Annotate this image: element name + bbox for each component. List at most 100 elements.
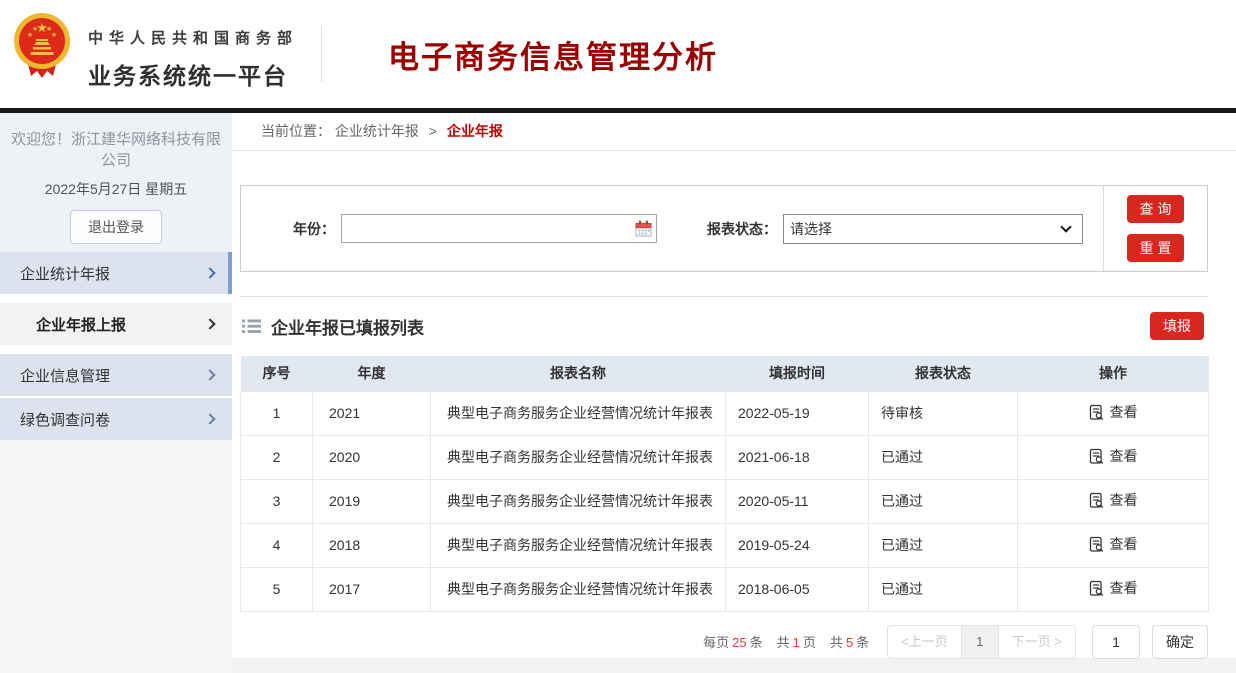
total-items-stat: 共5条 (830, 632, 869, 651)
main-area: 当前位置： 企业统计年报 > 企业年报 年份： (232, 113, 1236, 673)
cell-index: 2 (241, 435, 313, 479)
status-select[interactable]: 请选择 (783, 214, 1083, 244)
table-row: 1 2021 典型电子商务服务企业经营情况统计年报表 2022-05-19 待审… (241, 391, 1209, 435)
cell-index: 3 (241, 479, 313, 523)
table-row: 2 2020 典型电子商务服务企业经营情况统计年报表 2021-06-18 已通… (241, 435, 1209, 479)
current-date: 2022年5月27日 星期五 (10, 179, 222, 199)
cell-year: 2020 (313, 435, 431, 479)
cell-fill-time: 2018-06-05 (726, 567, 869, 611)
search-actions: 查 询 重 置 (1103, 186, 1207, 271)
search-panel: 年份： 报 (240, 185, 1208, 272)
search-form: 年份： 报 (241, 186, 1103, 271)
cell-index: 4 (241, 523, 313, 567)
cell-report-name: 典型电子商务服务企业经营情况统计年报表 (431, 435, 726, 479)
cell-year: 2017 (313, 567, 431, 611)
query-button[interactable]: 查 询 (1127, 195, 1184, 223)
view-link[interactable]: 查看 (1089, 490, 1138, 510)
total-pages-stat: 共1页 (777, 632, 816, 651)
view-label: 查看 (1110, 446, 1138, 466)
status-label: 报表状态： (707, 219, 777, 239)
prev-page-button[interactable]: <上一页 (887, 625, 962, 659)
table-header-row: 序号 年度 报表名称 填报时间 报表状态 操作 (241, 356, 1209, 391)
cell-index: 5 (241, 567, 313, 611)
per-page-count: 25 (732, 635, 746, 650)
list-icon (242, 319, 261, 334)
confirm-page-button[interactable]: 确定 (1152, 625, 1208, 659)
table-row: 4 2018 典型电子商务服务企业经营情况统计年报表 2019-05-24 已通… (241, 523, 1209, 567)
welcome-message: 欢迎您！浙江建华网络科技有限公司 (10, 129, 222, 171)
cell-fill-time: 2021-06-18 (726, 435, 869, 479)
view-link[interactable]: 查看 (1089, 446, 1138, 466)
svg-text:★: ★ (51, 31, 57, 39)
cell-fill-time: 2020-05-11 (726, 479, 869, 523)
sidebar-welcome-block: 欢迎您！浙江建华网络科技有限公司 2022年5月27日 星期五 退出登录 (0, 113, 232, 252)
svg-text:★: ★ (32, 25, 38, 33)
cell-actions: 查看 (1018, 435, 1209, 479)
cell-actions: 查看 (1018, 391, 1209, 435)
fill-report-button[interactable]: 填报 (1150, 312, 1204, 340)
sidebar-item-label: 绿色调查问卷 (20, 409, 110, 430)
year-input[interactable] (341, 214, 657, 243)
ministry-name: 中华人民共和国商务部 (88, 27, 298, 48)
view-link[interactable]: 查看 (1089, 578, 1138, 598)
pagination-bar: 每页25条 共1页 共5条 <上一页 1 下一页 > 确定 (232, 624, 1236, 660)
table-row: 5 2017 典型电子商务服务企业经营情况统计年报表 2018-06-05 已通… (241, 567, 1209, 611)
cell-actions: 查看 (1018, 567, 1209, 611)
cell-report-name: 典型电子商务服务企业经营情况统计年报表 (431, 479, 726, 523)
section-divider (240, 296, 1208, 297)
view-label: 查看 (1110, 490, 1138, 510)
sidebar-filler (0, 440, 232, 673)
cell-fill-time: 2019-05-24 (726, 523, 869, 567)
view-link[interactable]: 查看 (1089, 534, 1138, 554)
cell-year: 2019 (313, 479, 431, 523)
sidebar-item-enterprise-info[interactable]: 企业信息管理 (0, 354, 232, 396)
cell-report-name: 典型电子商务服务企业经营情况统计年报表 (431, 523, 726, 567)
cell-year: 2021 (313, 391, 431, 435)
menu-gap (0, 345, 232, 354)
reset-button[interactable]: 重 置 (1127, 234, 1184, 262)
page-number-input[interactable] (1092, 625, 1140, 659)
view-document-icon (1089, 536, 1104, 553)
section-title: 企业年报已填报列表 (271, 314, 424, 339)
header-divider (321, 26, 322, 82)
col-header-fill-time: 填报时间 (726, 356, 869, 391)
cell-status: 已通过 (869, 567, 1018, 611)
sidebar-item-annual-report-upload[interactable]: 企业年报上报 (0, 303, 232, 345)
cell-status: 已通过 (869, 479, 1018, 523)
view-document-icon (1089, 448, 1104, 465)
cell-index: 1 (241, 391, 313, 435)
chevron-right-icon (204, 369, 215, 380)
sidebar-item-annual-statistics-report[interactable]: 企业统计年报 (0, 252, 232, 294)
view-label: 查看 (1110, 402, 1138, 422)
sidebar-item-label: 企业年报上报 (36, 314, 126, 335)
cell-report-name: 典型电子商务服务企业经营情况统计年报表 (431, 567, 726, 611)
col-header-status: 报表状态 (869, 356, 1018, 391)
sidebar-item-green-survey[interactable]: 绿色调查问卷 (0, 398, 232, 440)
breadcrumb-current: 企业年报 (447, 123, 503, 139)
sidebar-item-label: 企业统计年报 (20, 263, 110, 284)
current-page-button[interactable]: 1 (961, 625, 999, 659)
logout-button[interactable]: 退出登录 (70, 210, 162, 244)
sidebar: 欢迎您！浙江建华网络科技有限公司 2022年5月27日 星期五 退出登录 企业统… (0, 113, 232, 673)
total-pages-count: 1 (793, 635, 800, 650)
calendar-icon[interactable] (635, 220, 652, 237)
view-label: 查看 (1110, 534, 1138, 554)
next-page-button[interactable]: 下一页 > (998, 625, 1076, 659)
national-emblem-icon: ★ ★ ★ ★ ★ (13, 12, 71, 80)
app-header: ★ ★ ★ ★ ★ 中华人民共和国商务部 业务系统统一平台 电子商务信息管理分析 (0, 0, 1236, 108)
col-header-report-name: 报表名称 (431, 356, 726, 391)
chevron-right-icon (204, 413, 215, 424)
cell-status: 待审核 (869, 391, 1018, 435)
view-document-icon (1089, 492, 1104, 509)
cell-actions: 查看 (1018, 479, 1209, 523)
view-link[interactable]: 查看 (1089, 402, 1138, 422)
cell-status: 已通过 (869, 523, 1018, 567)
col-header-year: 年度 (313, 356, 431, 391)
chevron-right-icon (204, 267, 215, 278)
brand-block: 中华人民共和国商务部 业务系统统一平台 (88, 27, 298, 91)
cell-year: 2018 (313, 523, 431, 567)
view-document-icon (1089, 404, 1104, 421)
col-header-actions: 操作 (1018, 356, 1209, 391)
list-section-header: 企业年报已填报列表 填报 (240, 306, 1208, 346)
breadcrumb-parent-link[interactable]: 企业统计年报 (335, 123, 419, 139)
